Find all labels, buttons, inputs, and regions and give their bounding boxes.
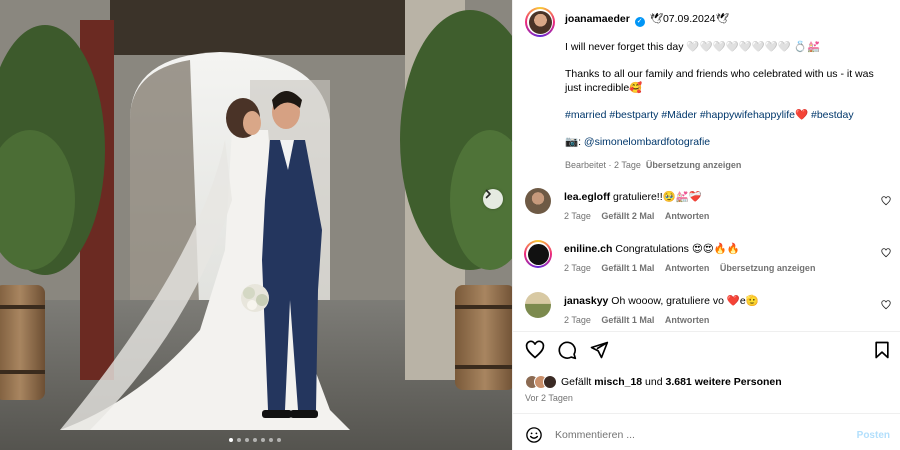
hashtags: #married #bestparty #Mäder #happywifehap… <box>565 108 885 122</box>
carousel-dot <box>261 438 265 442</box>
carousel-indicator <box>229 438 281 442</box>
likes-prefix: Gefällt <box>561 376 595 388</box>
hashtag-link[interactable]: #bestparty <box>609 109 658 121</box>
carousel-next-button[interactable] <box>483 189 503 209</box>
carousel-dot <box>229 438 233 442</box>
hashtag-link[interactable]: #Mäder <box>661 109 697 121</box>
section-divider <box>513 331 900 332</box>
carousel-dot <box>237 438 241 442</box>
post-caption: joanamaeder ✓ 🕊07.09.2024🕊 I will never … <box>565 12 885 172</box>
commenter-username[interactable]: janaskyy <box>564 295 608 307</box>
comment-time: 2 Tage <box>564 263 591 273</box>
commenter-avatar[interactable] <box>525 188 551 214</box>
post-comment-button[interactable]: Posten <box>857 430 890 441</box>
commenter-username[interactable]: eniline.ch <box>564 243 612 255</box>
heart-icon[interactable] <box>881 248 891 258</box>
comment-likes[interactable]: Gefällt 2 Mal <box>601 211 654 221</box>
comment-item: lea.egloff gratuliere!!🥹💒❤️‍🩹 2 Tage Gef… <box>525 188 897 221</box>
post-date-text: 🕊07.09.2024🕊 <box>649 13 729 25</box>
reply-button[interactable]: Antworten <box>665 263 710 273</box>
heart-icon[interactable] <box>525 340 545 360</box>
carousel-dot <box>245 438 249 442</box>
comment-text: Oh wooow, gratuliere vo ❤️e🫡 <box>611 295 759 307</box>
caption-line-1: I will never forget this day 🤍🤍🤍🤍🤍🤍🤍🤍 💍💒 <box>565 41 821 53</box>
commenter-avatar[interactable] <box>524 240 552 268</box>
caption-meta: Bearbeitet · 2 Tage Übersetzung anzeigen <box>565 158 885 172</box>
heart-icon[interactable] <box>881 196 891 206</box>
hashtag-link[interactable]: #bestday <box>811 109 854 121</box>
carousel-dot <box>277 438 281 442</box>
camera-icon: 📷: <box>565 136 581 148</box>
post-time-ago: Vor 2 Tagen <box>525 393 573 403</box>
heart-icon[interactable] <box>881 300 891 310</box>
post-photo[interactable] <box>0 0 512 450</box>
comment-item: janaskyy Oh wooow, gratuliere vo ❤️e🫡 2 … <box>525 292 897 325</box>
translate-link[interactable]: Übersetzung anzeigen <box>720 263 816 273</box>
comment-text: Congratulations 😍😍🔥🔥 <box>615 243 740 255</box>
likes-count[interactable]: 3.681 weitere Personen <box>666 376 782 388</box>
chevron-right-icon <box>485 189 491 199</box>
comment-time: 2 Tage <box>564 211 591 221</box>
caption-line-2: Thanks to all our family and friends who… <box>565 68 874 94</box>
photo-credit: 📷: @simonelombardfotografie <box>565 135 885 149</box>
likes-text: Gefällt misch_18 und 3.681 weitere Perso… <box>561 376 782 388</box>
carousel-dot <box>269 438 273 442</box>
action-bar <box>525 340 892 364</box>
hashtag-link[interactable]: #happywifehappylife❤️ <box>700 109 808 121</box>
share-icon[interactable] <box>589 340 609 360</box>
comment-text: gratuliere!!🥹💒❤️‍🩹 <box>613 191 702 203</box>
liker-avatar <box>543 375 557 389</box>
wedding-photo-image <box>0 0 512 450</box>
commenter-avatar[interactable] <box>525 292 551 318</box>
likes-summary[interactable]: Gefällt misch_18 und 3.681 weitere Perso… <box>525 375 782 389</box>
post-details-panel: joanamaeder ✓ 🕊07.09.2024🕊 I will never … <box>512 0 900 450</box>
liker-username[interactable]: misch_18 <box>594 376 642 388</box>
comment-input[interactable] <box>555 429 857 441</box>
comment-item: eniline.ch Congratulations 😍😍🔥🔥 2 Tage G… <box>524 240 897 273</box>
author-avatar[interactable] <box>525 7 555 37</box>
author-username[interactable]: joanamaeder <box>565 13 630 25</box>
comment-likes[interactable]: Gefällt 1 Mal <box>601 315 654 325</box>
comment-time: 2 Tage <box>564 315 591 325</box>
photo-credit-link[interactable]: @simonelombardfotografie <box>584 136 710 148</box>
verified-badge-icon: ✓ <box>634 17 645 27</box>
edited-time: Bearbeitet · 2 Tage <box>565 160 641 170</box>
bookmark-icon[interactable] <box>872 340 892 360</box>
smiley-icon[interactable] <box>525 426 543 444</box>
reply-button[interactable]: Antworten <box>665 315 710 325</box>
reply-button[interactable]: Antworten <box>665 211 710 221</box>
comment-composer: Posten <box>525 424 890 446</box>
comment-likes[interactable]: Gefällt 1 Mal <box>601 263 654 273</box>
translate-link[interactable]: Übersetzung anzeigen <box>646 160 742 170</box>
commenter-username[interactable]: lea.egloff <box>564 191 610 203</box>
likes-middle: und <box>642 376 666 388</box>
section-divider <box>513 413 900 414</box>
carousel-dot <box>253 438 257 442</box>
hashtag-link[interactable]: #married <box>565 109 606 121</box>
comment-icon[interactable] <box>557 340 577 360</box>
